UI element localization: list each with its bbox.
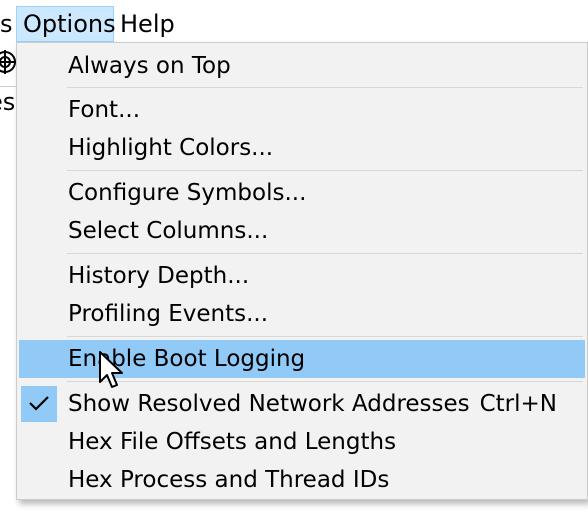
menu-item-label: Profiling Events... (68, 301, 269, 327)
menubar-item-help[interactable]: Help (114, 6, 181, 42)
menu-item-label: Font... (68, 97, 141, 123)
menu-separator (67, 253, 583, 254)
background-column-text: es (0, 88, 16, 116)
menu-item-font[interactable]: Font... (19, 91, 585, 129)
menu-item-select-columns[interactable]: Select Columns... (19, 212, 585, 250)
menu-item-hex-process-thread-ids[interactable]: Hex Process and Thread IDs (19, 461, 585, 499)
menu-item-label: Always on Top (68, 53, 231, 79)
options-dropdown-menu: Always on Top Font... Highlight Colors..… (16, 42, 588, 500)
menu-item-label: Select Columns... (68, 218, 269, 244)
menu-separator (67, 336, 583, 337)
menu-item-configure-symbols[interactable]: Configure Symbols... (19, 174, 585, 212)
menu-item-highlight-colors[interactable]: Highlight Colors... (19, 129, 585, 167)
menu-item-show-resolved-network-addresses[interactable]: Show Resolved Network Addresses Ctrl+N (19, 385, 585, 423)
mouse-pointer-icon (98, 350, 126, 390)
menubar-item-options[interactable]: Options (16, 6, 116, 42)
menu-item-label: History Depth... (68, 263, 250, 289)
menu-item-shortcut: Ctrl+N (479, 391, 557, 417)
menu-item-label: Hex File Offsets and Lengths (68, 429, 397, 455)
menu-separator (67, 381, 583, 382)
menu-bar: s Options Help (0, 0, 588, 42)
check-icon (21, 386, 57, 422)
menu-item-hex-file-offsets[interactable]: Hex File Offsets and Lengths (19, 423, 585, 461)
menu-item-label: Highlight Colors... (68, 135, 274, 161)
menu-separator (67, 170, 583, 171)
menu-item-label: Hex Process and Thread IDs (68, 467, 390, 493)
menu-separator (67, 87, 583, 88)
menu-item-label: Show Resolved Network Addresses (68, 391, 470, 417)
menu-item-always-on-top[interactable]: Always on Top (19, 47, 585, 85)
menu-item-history-depth[interactable]: History Depth... (19, 257, 585, 295)
menu-item-label: Configure Symbols... (68, 180, 307, 206)
menu-item-profiling-events[interactable]: Profiling Events... (19, 295, 585, 333)
